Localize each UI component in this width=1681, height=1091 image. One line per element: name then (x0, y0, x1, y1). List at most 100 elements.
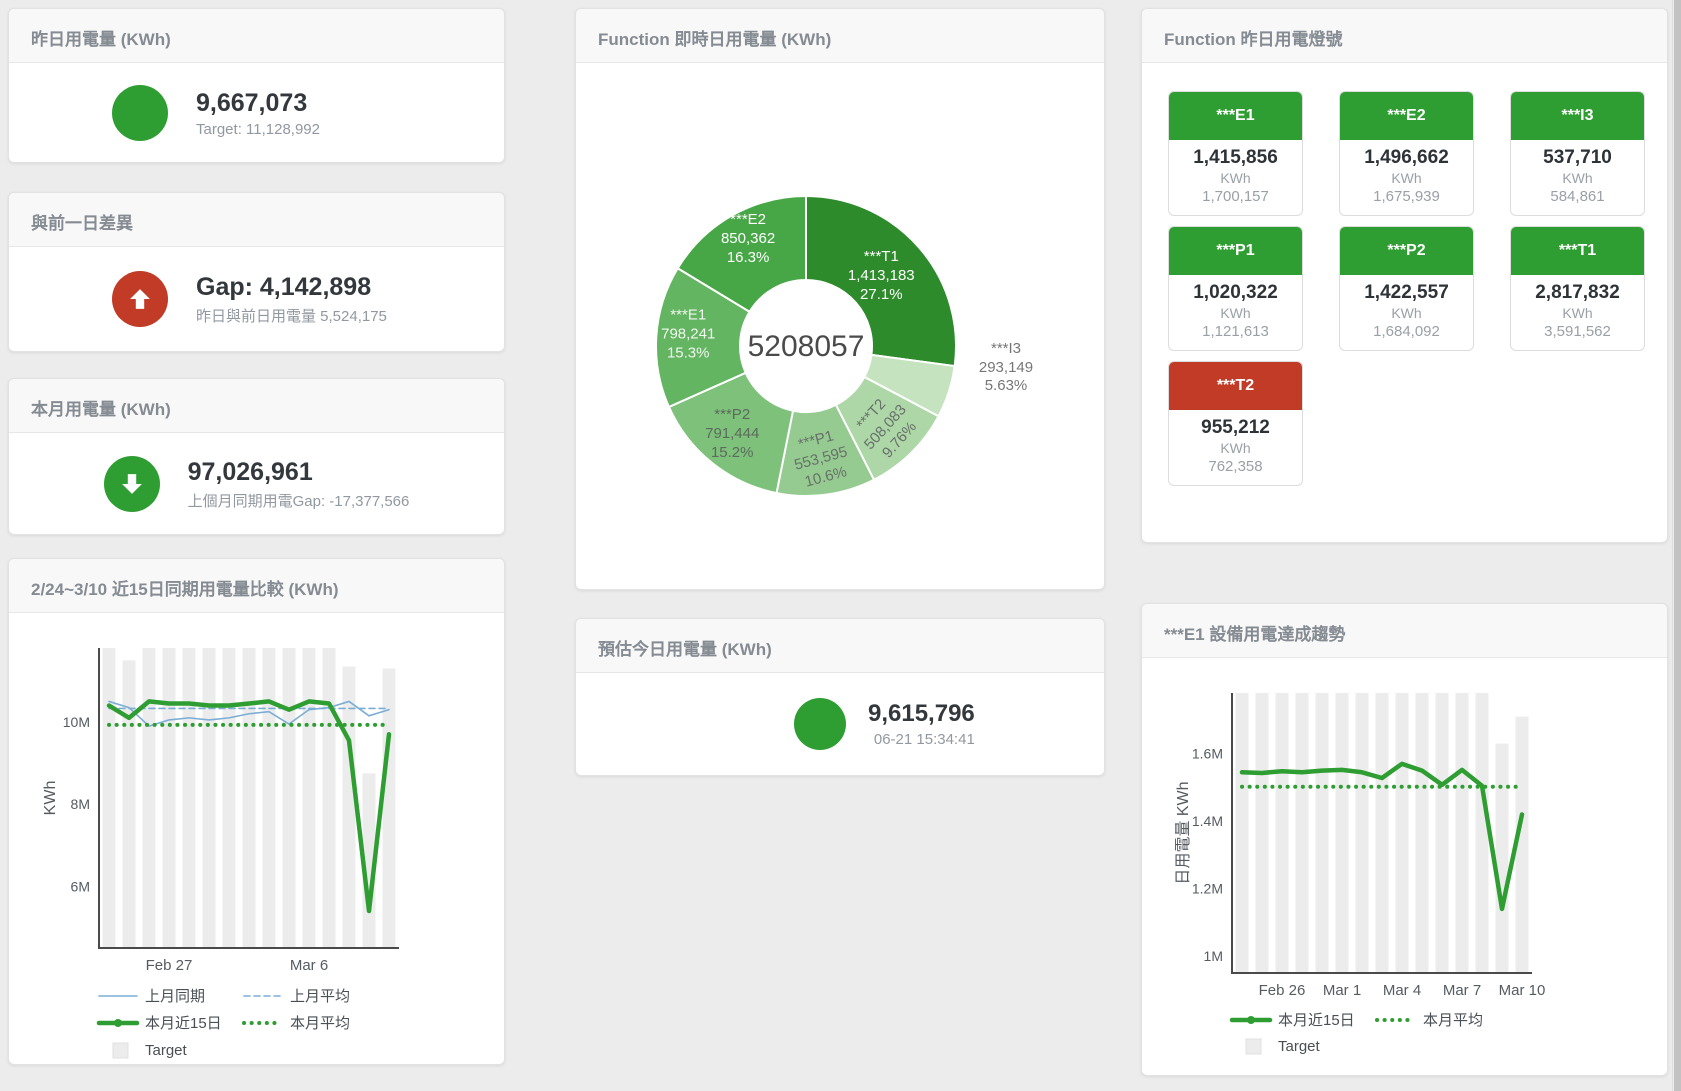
legend-item[interactable]: 上月平均 (244, 988, 350, 1005)
lamp-card-title: ***I3 (1511, 92, 1644, 140)
panel-title: Function 昨日用電燈號 (1142, 9, 1667, 63)
vertical-scrollbar[interactable] (1672, 0, 1681, 1091)
target-bar (263, 648, 276, 948)
y-axis-label: 日用電量 KWh (1175, 781, 1192, 884)
panel-title: 本月用電量 (KWh) (9, 379, 504, 433)
month-usage-gap: 上個月同期用電Gap: -17,377,566 (188, 490, 410, 511)
x-tick-label: Mar 1 (1323, 982, 1361, 999)
lamp-card-value: 1,020,322 (1173, 282, 1298, 304)
lamp-card: ***E21,496,662KWh1,675,939 (1339, 91, 1474, 216)
legend-item[interactable]: 本月近15日 (1232, 1012, 1355, 1029)
green-status-circle-icon (794, 698, 846, 750)
lamp-card-target: 3,591,562 (1515, 323, 1640, 340)
e1-trend-line-chart[interactable]: 1M 1.2M 1.4M 1.6M 日用電量 KWh Feb 26 Mar 1 Mar 4 Ma… (1172, 683, 1602, 1063)
red-up-arrow-icon (112, 271, 168, 327)
lamp-card-value: 537,710 (1515, 147, 1640, 169)
lamp-card-title: ***E1 (1169, 92, 1302, 140)
lamp-card-unit: KWh (1344, 170, 1469, 186)
target-bar (1376, 693, 1389, 973)
target-bar (103, 648, 116, 948)
lamp-card: ***P2 1,422,557KWh 1,684,092 (1339, 226, 1474, 351)
target-bar (1456, 693, 1469, 973)
panel-yesterday-lamp-status: Function 昨日用電燈號 ***E11,415,856KWh1,700,1… (1141, 8, 1668, 543)
panel-realtime-donut: Function 即時日用電量 (KWh) ***T11,413,18327.1… (575, 8, 1105, 590)
y-tick-label: 1M (1204, 948, 1223, 964)
yesterday-usage-value: 9,667,073 (196, 88, 401, 118)
y-tick-label: 8M (71, 796, 90, 812)
realtime-usage-donut-chart[interactable]: ***T11,413,18327.1%***I3293,1495.63%***T… (621, 181, 1061, 511)
target-bar (1316, 693, 1329, 973)
panel-title: ***E1 設備用電達成趨勢 (1142, 604, 1667, 658)
legend-item[interactable]: 本月平均 (244, 1015, 350, 1032)
estimate-today-value: 9,615,796 (868, 700, 975, 729)
panel-estimate-today: 預估今日用電量 (KWh) 9,615,796 06-21 15:34:41 (575, 618, 1105, 776)
panel-15day-comparison-chart: 2/24~3/10 近15日同期用電量比較 (KWh) 6M8M10MKWhFe… (8, 558, 505, 1065)
panel-yesterday-usage: 昨日用電量 (KWh) 9,667,073 Target: 11,128,992 (8, 8, 505, 163)
legend-item[interactable]: 本月近15日 (99, 1015, 222, 1032)
legend-item[interactable]: 上月同期 (99, 988, 205, 1005)
target-bar (1396, 693, 1409, 973)
svg-text:上月同期: 上月同期 (145, 988, 205, 1005)
lamp-card-unit: KWh (1173, 170, 1298, 186)
target-bar (323, 648, 336, 948)
x-tick-label: Mar 6 (290, 957, 328, 974)
lamp-card-target: 762,358 (1173, 458, 1298, 475)
target-bar (243, 648, 256, 948)
x-tick-label: Feb 27 (146, 957, 193, 974)
y-tick-label: 1.2M (1192, 881, 1223, 897)
lamp-card-title: ***E2 (1340, 92, 1473, 140)
day-gap-value: Gap: 4,142,898 (196, 272, 401, 302)
target-bar (1416, 693, 1429, 973)
target-bar (143, 648, 156, 948)
x-tick-label: Mar 7 (1443, 982, 1481, 999)
panel-title: Function 即時日用電量 (KWh) (576, 9, 1104, 63)
comparison-line-chart[interactable]: 6M8M10MKWhFeb 27Mar 6上月同期上月平均本月近15日本月平均T… (39, 633, 469, 1065)
target-bar (203, 648, 216, 948)
lamp-card-body: 2,817,832KWh3,591,562 (1511, 275, 1644, 350)
green-status-circle-icon (112, 85, 168, 141)
lamp-card-title: ***P2 (1340, 227, 1473, 275)
target-bar (1236, 693, 1249, 973)
svg-text:本月近15日: 本月近15日 (145, 1015, 222, 1032)
svg-text:Target: Target (145, 1042, 188, 1059)
panel-month-usage: 本月用電量 (KWh) 97,026,961 上個月同期用電Gap: -17,3… (8, 378, 505, 535)
panel-title: 昨日用電量 (KWh) (9, 9, 504, 63)
lamp-card-grid: ***E11,415,856KWh1,700,157***E21,496,662… (1142, 63, 1667, 486)
target-bar (183, 648, 196, 948)
donut-slice-label: ***I3293,1495.63% (979, 340, 1033, 394)
legend-item[interactable]: 本月平均 (1377, 1012, 1483, 1029)
lamp-card-value: 1,415,856 (1173, 147, 1298, 169)
y-tick-label: 10M (63, 714, 90, 730)
lamp-card: ***I3537,710KWh584,861 (1510, 91, 1645, 216)
target-bar (223, 648, 236, 948)
y-tick-label: 1.4M (1192, 813, 1223, 829)
panel-title: 預估今日用電量 (KWh) (576, 619, 1104, 673)
lamp-card: ***T2955,212KWh762,358 (1168, 361, 1303, 486)
target-bar (1296, 693, 1309, 973)
svg-text:本月近15日: 本月近15日 (1278, 1012, 1355, 1029)
lamp-card-value: 1,422,557 (1344, 282, 1469, 304)
lamp-card-unit: KWh (1515, 305, 1640, 321)
lamp-card: ***T12,817,832KWh3,591,562 (1510, 226, 1645, 351)
y-tick-label: 1.6M (1192, 746, 1223, 762)
estimate-timestamp: 06-21 15:34:41 (868, 731, 975, 748)
day-gap-subtitle: 昨日與前日用電量 5,524,175 (196, 305, 401, 326)
lamp-card-unit: KWh (1344, 305, 1469, 321)
lamp-card: ***E11,415,856KWh1,700,157 (1168, 91, 1303, 216)
target-bar (1496, 744, 1509, 973)
lamp-card-unit: KWh (1173, 440, 1298, 456)
target-bar (1276, 693, 1289, 973)
lamp-card-unit: KWh (1515, 170, 1640, 186)
lamp-card-body: 1,020,322KWh1,121,613 (1169, 275, 1302, 350)
x-tick-label: Mar 10 (1499, 982, 1546, 999)
legend-item[interactable]: Target (113, 1042, 188, 1059)
lamp-card-body: 537,710KWh584,861 (1511, 140, 1644, 215)
target-bar (1356, 693, 1369, 973)
target-bar (163, 648, 176, 948)
legend-item[interactable]: Target (1246, 1038, 1321, 1055)
lamp-card-target: 1,684,092 (1344, 323, 1469, 340)
scrollbar-thumb[interactable] (1674, 0, 1681, 1091)
panel-day-gap: 與前一日差異 Gap: 4,142,898 昨日與前日用電量 5,524,175 (8, 192, 505, 352)
x-tick-label: Mar 4 (1383, 982, 1421, 999)
x-tick-label: Feb 26 (1259, 982, 1306, 999)
